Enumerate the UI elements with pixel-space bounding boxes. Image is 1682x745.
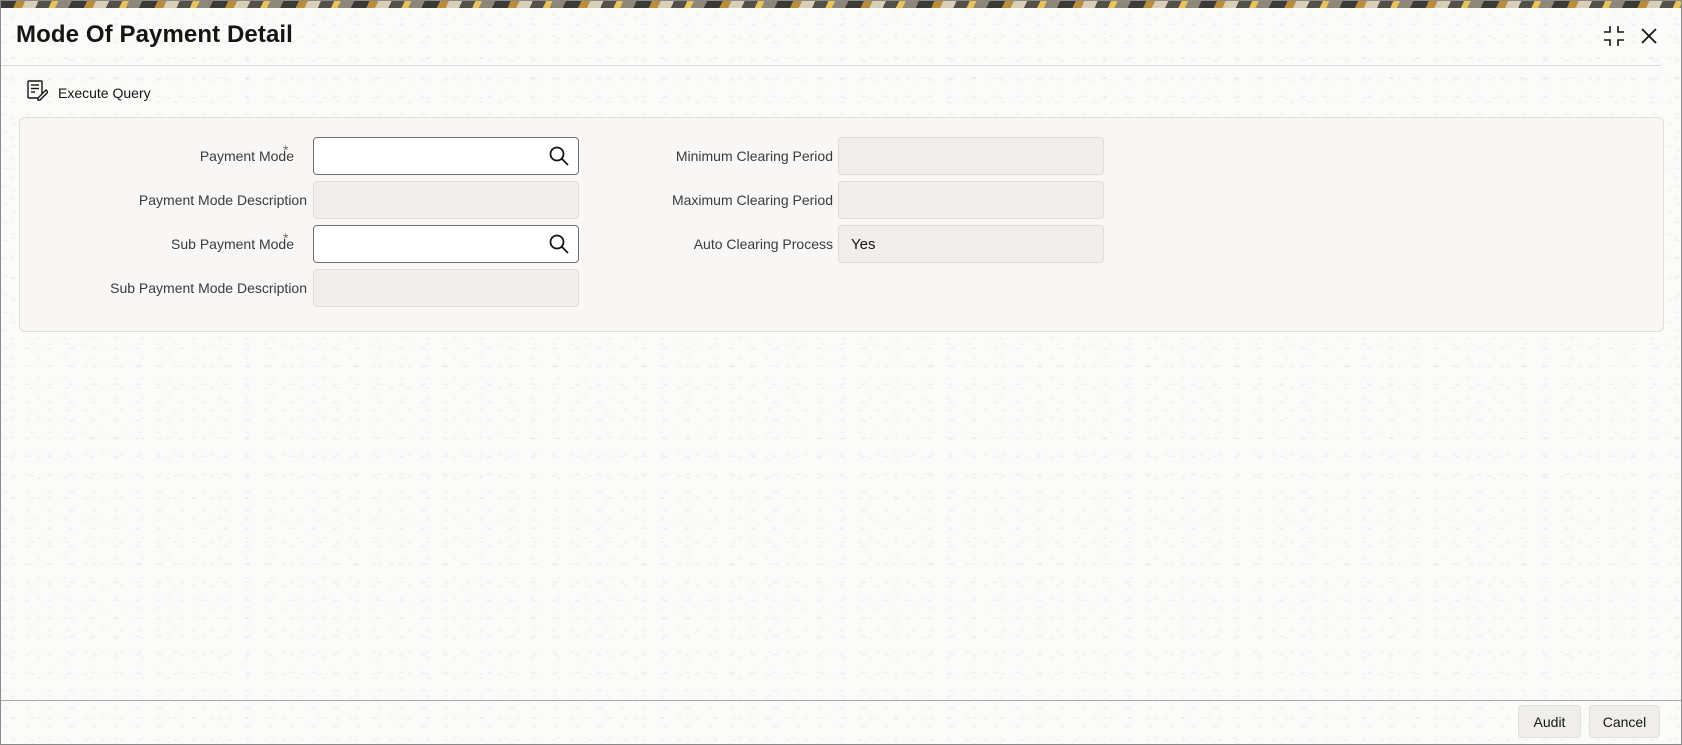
sub-payment-mode-description-field: [313, 269, 579, 307]
payment-mode-required-mark: *: [283, 142, 289, 158]
cancel-button[interactable]: Cancel: [1589, 705, 1660, 738]
maximum-clearing-period-field: [838, 181, 1104, 219]
payment-mode-input[interactable]: [313, 137, 579, 175]
sub-payment-mode-label: Sub Payment Mode: [171, 236, 294, 252]
auto-clearing-process-label: Auto Clearing Process: [693, 236, 833, 252]
execute-query-button[interactable]: Execute Query: [26, 79, 151, 106]
mode-of-payment-detail-window: Mode Of Payment Detail Execute Query Pay…: [0, 0, 1682, 745]
close-icon: [1640, 27, 1658, 45]
sub-payment-mode-description-label: Sub Payment Mode Description: [110, 280, 307, 296]
payment-mode-search-icon[interactable]: [548, 145, 570, 167]
maximize-icon: [1603, 25, 1625, 47]
page-title: Mode Of Payment Detail: [16, 21, 293, 48]
execute-query-icon: [26, 79, 49, 106]
maximum-clearing-period-label: Maximum Clearing Period: [671, 192, 833, 208]
payment-mode-description-field: [313, 181, 579, 219]
audit-button[interactable]: Audit: [1518, 705, 1581, 738]
sub-payment-mode-input[interactable]: [313, 225, 579, 263]
sub-payment-mode-search-icon[interactable]: [548, 233, 570, 255]
decorative-header-strip: [1, 1, 1681, 8]
close-button[interactable]: [1636, 23, 1662, 49]
sub-payment-mode-required-mark: *: [283, 230, 289, 246]
payment-mode-form-panel: Payment Mode * Payment Mode Description …: [19, 117, 1664, 332]
title-divider: [1, 65, 1661, 66]
payment-mode-label: Payment Mode: [199, 148, 294, 164]
execute-query-label: Execute Query: [58, 84, 151, 101]
auto-clearing-process-field: Yes: [838, 225, 1104, 263]
minimum-clearing-period-label: Minimum Clearing Period: [675, 148, 833, 164]
payment-mode-description-label: Payment Mode Description: [138, 192, 307, 208]
minimum-clearing-period-field: [838, 137, 1104, 175]
footer-divider: [1, 700, 1681, 701]
auto-clearing-process-value: Yes: [851, 235, 876, 253]
maximize-button[interactable]: [1601, 23, 1627, 49]
